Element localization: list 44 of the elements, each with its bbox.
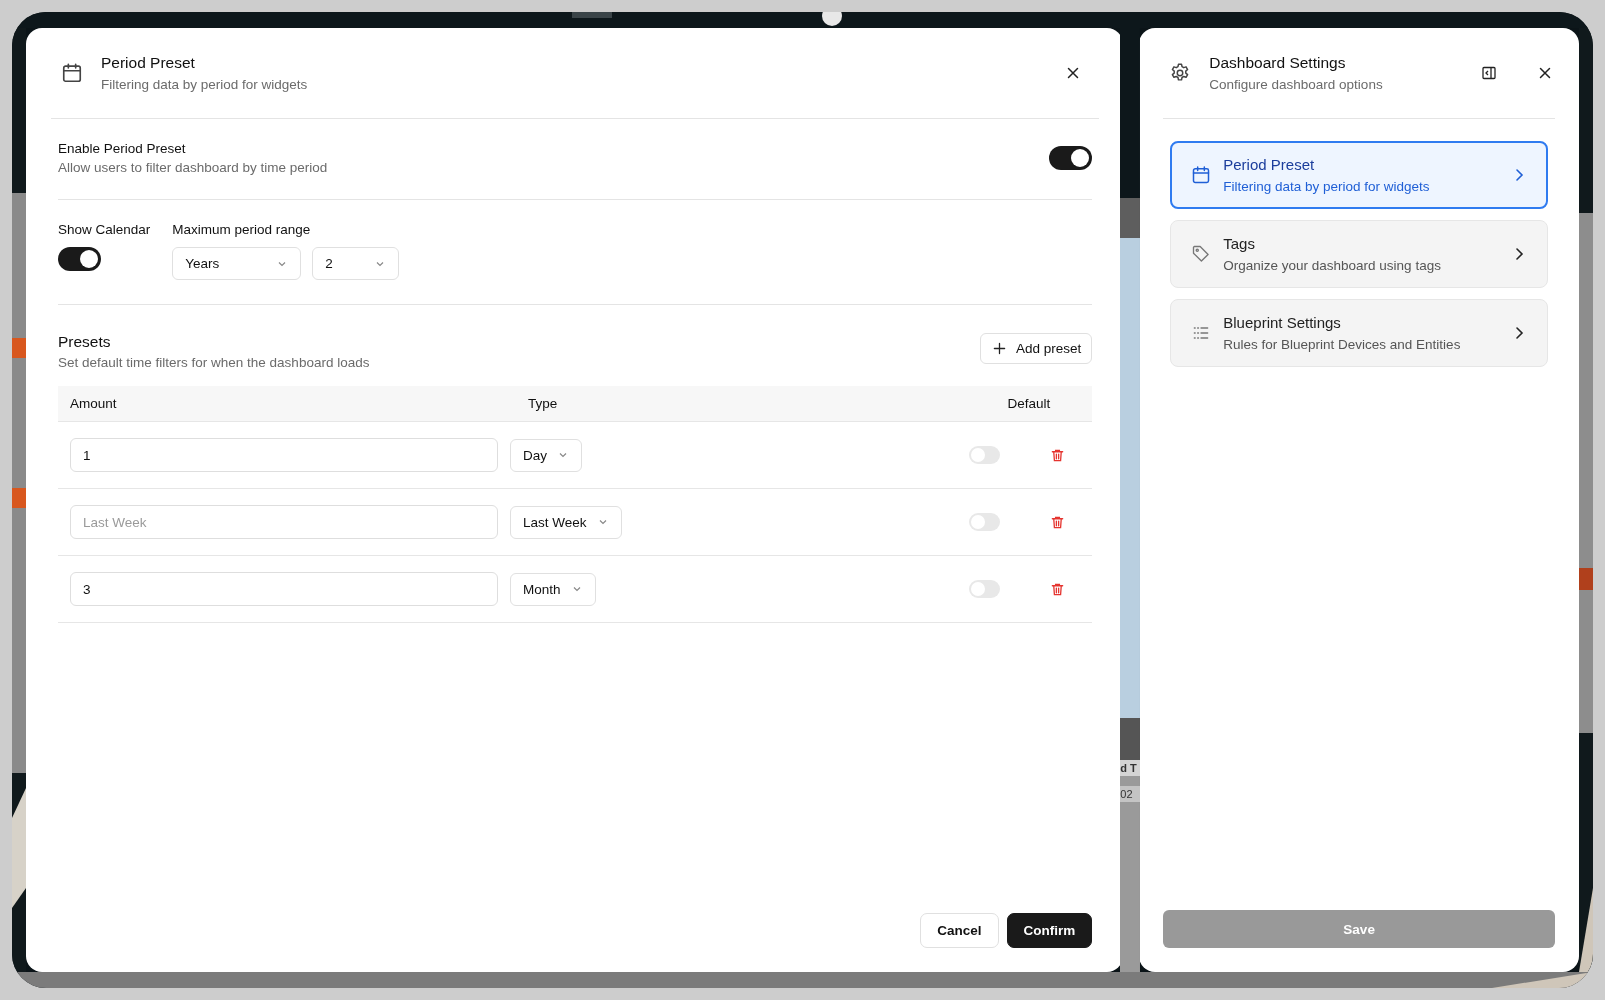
dialog-subtitle: Filtering data by period for widgets [101, 77, 309, 92]
trash-icon[interactable] [1050, 581, 1066, 597]
calendar-toggle[interactable] [58, 247, 101, 271]
amount-field[interactable]: 3 [70, 572, 498, 606]
sidebar-toggle-icon[interactable] [1481, 65, 1497, 81]
setting-label: Enable Period Preset [58, 141, 187, 156]
add-preset-button[interactable]: Add preset [980, 333, 1093, 364]
setting-label: Maximum period range [172, 222, 312, 237]
amount-field[interactable]: 1 [70, 438, 498, 472]
item-description: Organize your dashboard using tags [1223, 258, 1442, 273]
calendar-icon [61, 62, 83, 84]
section-title: Presets [58, 333, 112, 351]
column-header: Default [1006, 396, 1052, 411]
column-header: Amount [70, 396, 118, 411]
type-select[interactable]: Last Week [510, 505, 622, 539]
panel-subtitle: Configure dashboard options [1209, 77, 1384, 92]
item-title: Period Preset [1223, 156, 1316, 173]
item-description: Filtering data by period for widgets [1223, 179, 1431, 194]
tag-icon [1191, 244, 1212, 264]
trash-icon[interactable] [1050, 447, 1066, 463]
column-header: Type [528, 396, 559, 411]
item-title: Blueprint Settings [1223, 314, 1342, 331]
unit-select[interactable]: Years [172, 247, 302, 280]
amount-field[interactable]: Last Week [70, 505, 498, 539]
item-title: Tags [1223, 235, 1256, 252]
plus-icon [993, 342, 1006, 355]
confirm-button[interactable]: Confirm [1006, 913, 1093, 948]
cancel-button[interactable]: Cancel [920, 913, 999, 948]
close-icon[interactable] [1537, 65, 1553, 81]
amount-select[interactable]: 2 [312, 247, 400, 280]
setting-label: Show Calendar [58, 222, 151, 237]
trash-icon[interactable] [1050, 514, 1066, 530]
calendar-icon [1191, 165, 1212, 185]
dialog-title: Period Preset [101, 54, 196, 72]
enable-toggle[interactable] [1049, 146, 1093, 170]
settings-item[interactable]: Tags Organize your dashboard using tags [1170, 220, 1548, 288]
section-description: Set default time filters for when the dashboard loads [58, 355, 370, 370]
panel-title: Dashboard Settings [1209, 54, 1347, 72]
setting-description: Allow users to filter dashboard by time period [58, 160, 328, 175]
item-description: Rules for Blueprint Devices and Entities [1223, 337, 1462, 352]
type-select[interactable]: Month [510, 572, 596, 606]
settings-item[interactable]: Blueprint Settings Rules for Blueprint Devices and Entities [1170, 299, 1548, 367]
settings-item[interactable]: Period Preset Filtering data by period for widgets [1170, 141, 1548, 209]
type-select[interactable]: Day [510, 438, 582, 472]
